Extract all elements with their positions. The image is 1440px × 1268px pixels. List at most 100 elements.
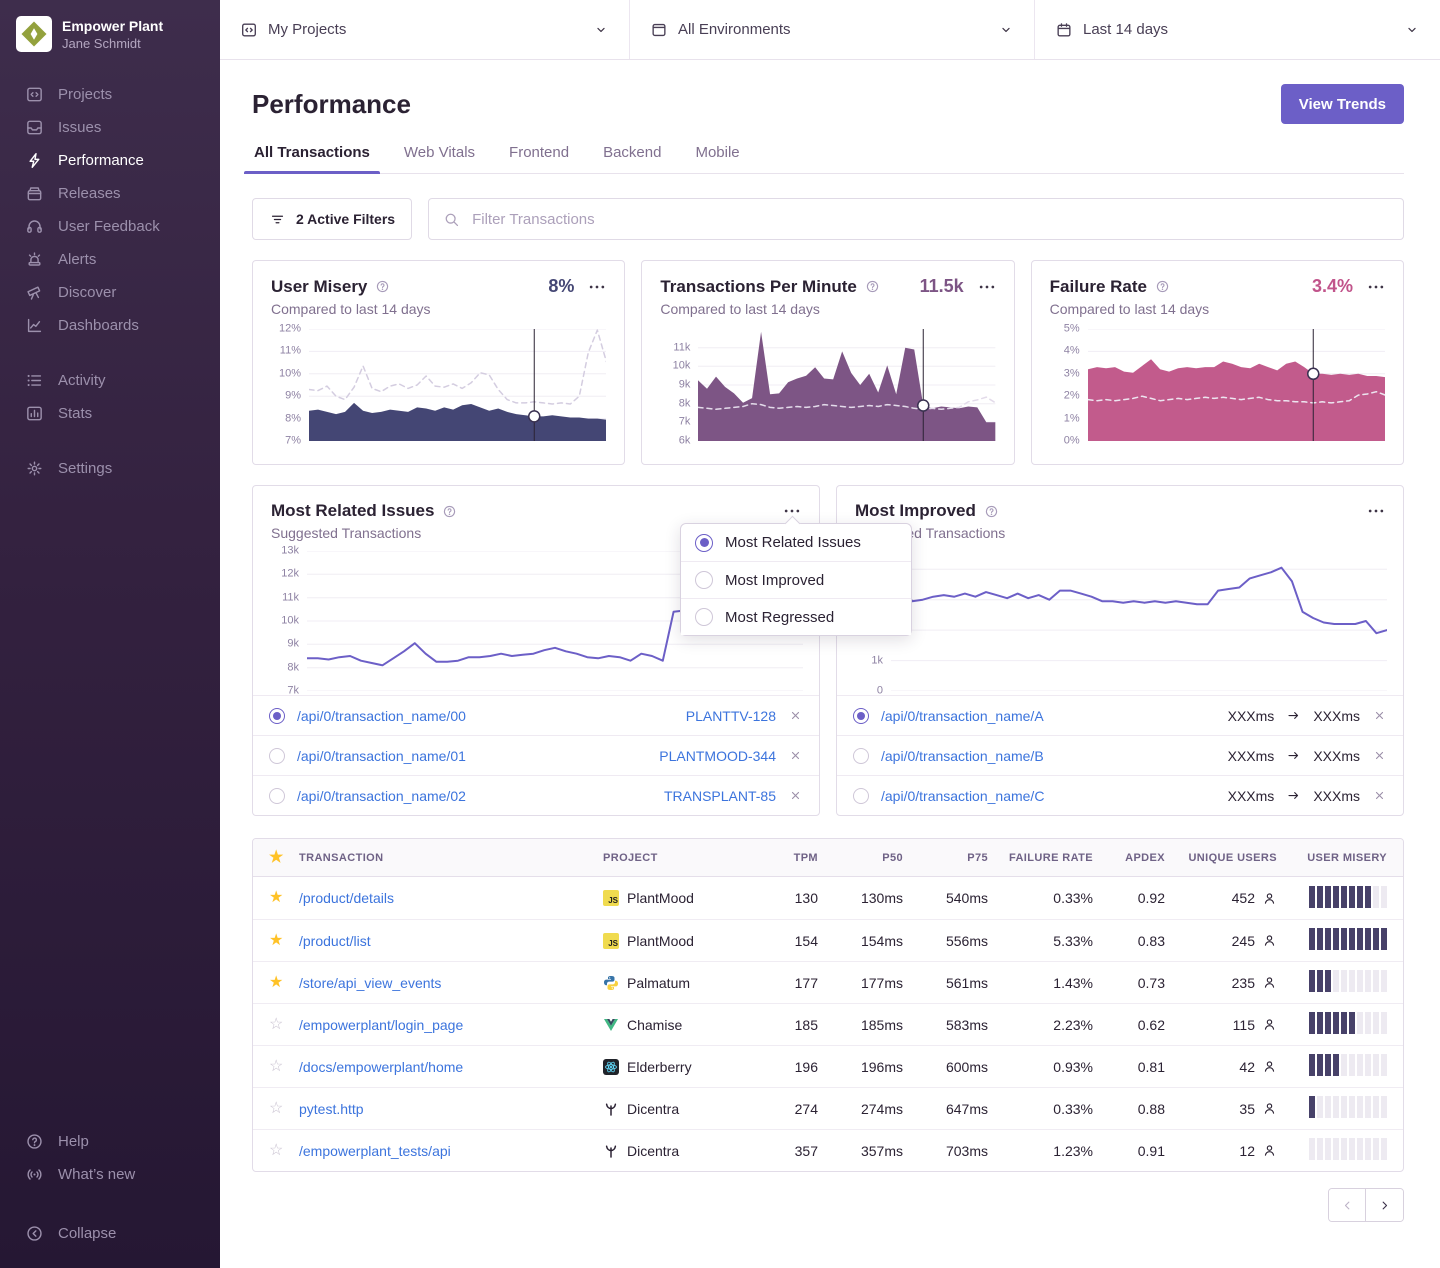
active-filters-label: 2 Active Filters: [296, 211, 395, 227]
unique-users-cell: 452: [1165, 890, 1277, 906]
star-outline-icon[interactable]: ☆: [269, 1059, 299, 1075]
radio-button[interactable]: [269, 788, 285, 804]
sidebar-item-alerts[interactable]: Alerts: [0, 243, 220, 276]
radio-button[interactable]: [269, 708, 285, 724]
javascript-icon: JS: [603, 890, 619, 906]
star-filled-icon[interactable]: ★: [269, 975, 299, 991]
transaction-link[interactable]: /docs/empowerplant/home: [299, 1059, 463, 1075]
transaction-link[interactable]: /api/0/transaction_name/00: [297, 708, 674, 724]
transaction-link[interactable]: /empowerplant/login_page: [299, 1017, 463, 1033]
radio-button[interactable]: [853, 748, 869, 764]
radio-button[interactable]: [853, 788, 869, 804]
sidebar-item-label: Performance: [58, 152, 144, 169]
tabs: All Transactions Web Vitals Frontend Backen…: [252, 144, 1404, 174]
column-header-transaction[interactable]: TRANSACTION: [299, 852, 603, 864]
column-header-project[interactable]: PROJECT: [603, 852, 753, 864]
user-misery-bars: [1309, 1138, 1387, 1160]
column-header-apdex[interactable]: APDEX: [1093, 852, 1165, 864]
radio-button[interactable]: [269, 748, 285, 764]
previous-page-button[interactable]: [1329, 1189, 1366, 1221]
tab-frontend[interactable]: Frontend: [507, 144, 571, 173]
card-menu-icon[interactable]: [1367, 502, 1385, 520]
sidebar-item-settings[interactable]: Settings: [0, 452, 220, 485]
help-icon[interactable]: [1155, 279, 1170, 294]
sidebar-collapse-button[interactable]: Collapse: [0, 1217, 220, 1250]
org-switcher[interactable]: Empower Plant Jane Schmidt: [0, 16, 220, 52]
sidebar-item-activity[interactable]: Activity: [0, 364, 220, 397]
column-header-user-misery[interactable]: USER MISERY: [1277, 852, 1387, 864]
org-text: Empower Plant Jane Schmidt: [62, 18, 163, 51]
transaction-link[interactable]: /api/0/transaction_name/A: [881, 708, 1216, 724]
sidebar-item-projects[interactable]: Projects: [0, 78, 220, 111]
column-header-tpm[interactable]: TPM: [753, 852, 818, 864]
card-menu-icon[interactable]: [1367, 278, 1385, 296]
column-header-unique-users[interactable]: UNIQUE USERS: [1165, 852, 1277, 864]
project-filter-dropdown[interactable]: My Projects: [220, 0, 630, 59]
close-icon[interactable]: [788, 748, 803, 763]
help-icon[interactable]: [865, 279, 880, 294]
tab-all-transactions[interactable]: All Transactions: [252, 144, 372, 173]
sidebar-item-issues[interactable]: Issues: [0, 111, 220, 144]
chevron-down-icon: [998, 22, 1014, 38]
sidebar-item-dashboards[interactable]: Dashboards: [0, 309, 220, 342]
tab-backend[interactable]: Backend: [601, 144, 663, 173]
issue-link[interactable]: TRANSPLANT-85: [664, 788, 776, 804]
tpm-value: 177: [753, 975, 818, 991]
tab-mobile[interactable]: Mobile: [693, 144, 741, 173]
radio-button[interactable]: [853, 708, 869, 724]
dropdown-option-most-regressed[interactable]: Most Regressed: [681, 598, 911, 635]
user-misery-bars: [1309, 970, 1387, 992]
close-icon[interactable]: [1372, 748, 1387, 763]
star-filled-icon[interactable]: ★: [269, 890, 299, 906]
view-trends-button[interactable]: View Trends: [1281, 84, 1404, 124]
star-icon[interactable]: ★: [269, 850, 299, 866]
card-menu-icon[interactable]: [978, 278, 996, 296]
close-icon[interactable]: [788, 788, 803, 803]
help-icon[interactable]: [984, 504, 999, 519]
star-outline-icon[interactable]: ☆: [269, 1017, 299, 1033]
tab-web-vitals[interactable]: Web Vitals: [402, 144, 477, 173]
sidebar-item-discover[interactable]: Discover: [0, 276, 220, 309]
transaction-link[interactable]: /store/api_view_events: [299, 975, 441, 991]
card-menu-icon[interactable]: [588, 278, 606, 296]
transaction-link[interactable]: pytest.http: [299, 1101, 364, 1117]
issue-link[interactable]: PLANTMOOD-344: [659, 748, 776, 764]
table-body: ★/product/detailsJSPlantMood130130ms540m…: [253, 877, 1403, 1171]
transaction-link[interactable]: /empowerplant_tests/api: [299, 1143, 451, 1159]
sidebar-bottom: HelpWhat’s new Collapse: [0, 1125, 220, 1250]
column-header-p50[interactable]: P50: [818, 852, 903, 864]
close-icon[interactable]: [1372, 708, 1387, 723]
project-cell: Palmatum: [603, 975, 753, 991]
star-outline-icon[interactable]: ☆: [269, 1143, 299, 1159]
dropdown-option-most-related-issues[interactable]: Most Related Issues: [681, 524, 911, 561]
transaction-filter-input[interactable]: [470, 210, 1389, 229]
star-filled-icon[interactable]: ★: [269, 933, 299, 949]
sidebar-item-help[interactable]: Help: [0, 1125, 220, 1158]
transaction-link[interactable]: /api/0/transaction_name/B: [881, 748, 1216, 764]
transaction-link[interactable]: /api/0/transaction_name/C: [881, 788, 1216, 804]
transaction-link[interactable]: /api/0/transaction_name/01: [297, 748, 647, 764]
issue-link[interactable]: PLANTTV-128: [686, 708, 776, 724]
help-icon[interactable]: [375, 279, 390, 294]
sidebar-item-releases[interactable]: Releases: [0, 177, 220, 210]
transaction-link[interactable]: /product/details: [299, 890, 394, 906]
column-header-p75[interactable]: P75: [903, 852, 988, 864]
environment-filter-dropdown[interactable]: All Environments: [630, 0, 1035, 59]
active-filters-button[interactable]: 2 Active Filters: [252, 198, 412, 240]
transaction-link[interactable]: /product/list: [299, 933, 371, 949]
column-header-failure-rate[interactable]: FAILURE RATE: [988, 852, 1093, 864]
help-icon[interactable]: [442, 504, 457, 519]
close-icon[interactable]: [1372, 788, 1387, 803]
dropdown-option-most-improved[interactable]: Most Improved: [681, 561, 911, 598]
org-user: Jane Schmidt: [62, 36, 163, 51]
transaction-link[interactable]: /api/0/transaction_name/02: [297, 788, 652, 804]
sidebar-item-performance[interactable]: Performance: [0, 144, 220, 177]
next-page-button[interactable]: [1366, 1189, 1403, 1221]
date-range-dropdown[interactable]: Last 14 days: [1035, 0, 1440, 59]
sidebar-item-what-s-new[interactable]: What’s new: [0, 1158, 220, 1191]
sidebar-item-stats[interactable]: Stats: [0, 397, 220, 430]
close-icon[interactable]: [788, 708, 803, 723]
sidebar-item-user-feedback[interactable]: User Feedback: [0, 210, 220, 243]
unique-users-cell: 115: [1165, 1017, 1277, 1033]
star-outline-icon[interactable]: ☆: [269, 1101, 299, 1117]
